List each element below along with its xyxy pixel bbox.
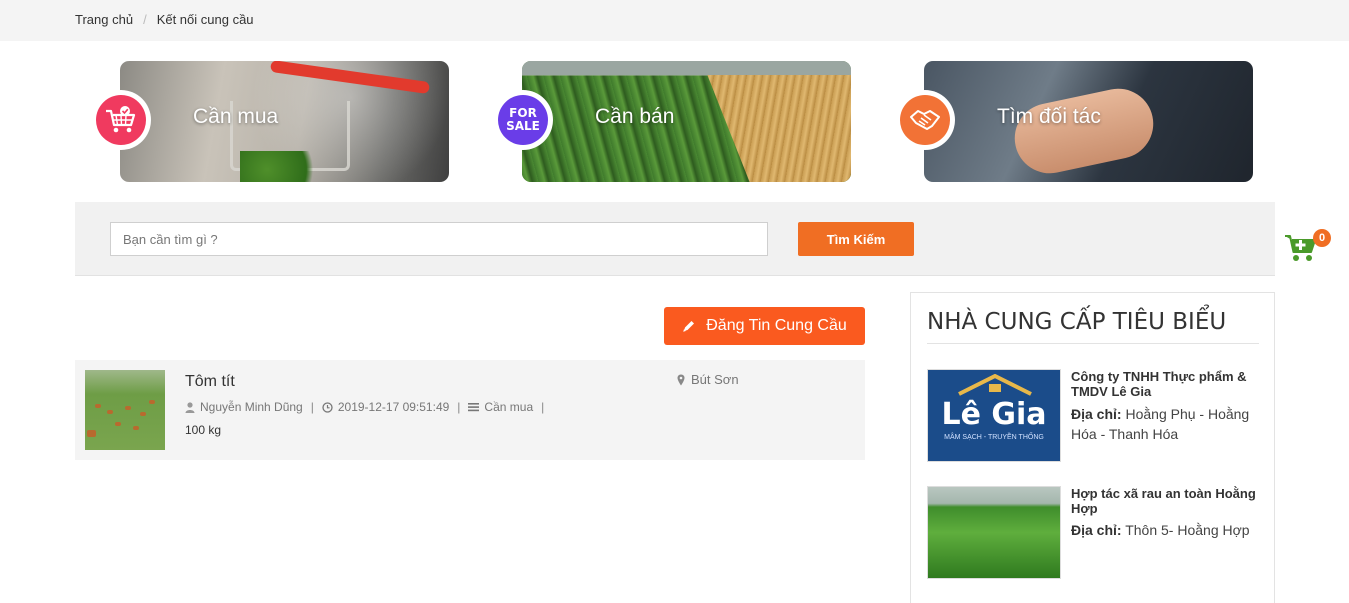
thumb-cow [87, 430, 96, 437]
sky-art [522, 61, 851, 75]
listing-author-name: Nguyễn Minh Dũng [200, 400, 303, 414]
listing-category: Cần mua [468, 400, 533, 414]
user-icon [185, 401, 195, 413]
thumb-cow [125, 406, 131, 410]
listing-meta: Nguyễn Minh Dũng | 2019-12-17 09:51:49 |… [185, 400, 552, 414]
supplier-logo[interactable]: Lê Gia MÂM SẠCH - TRUYỀN THỐNG [927, 369, 1061, 462]
search-button[interactable]: Tìm Kiếm [798, 222, 914, 256]
post-listing-label: Đăng Tin Cung Cầu [706, 317, 847, 334]
supplier-logo[interactable] [927, 486, 1061, 579]
banner-tim-doi-tac-badge [895, 90, 955, 150]
for-sale-icon: FOR SALE [498, 95, 548, 145]
banner-tim-doi-tac-label: Tìm đối tác [997, 105, 1101, 128]
thumb-cow [140, 412, 146, 416]
floating-cart[interactable]: 0 [1284, 228, 1334, 264]
supplier-address-text: Thôn 5- Hoằng Hợp [1125, 522, 1250, 538]
thumb-cow [107, 410, 113, 414]
supplier-name-link[interactable]: Hợp tác xã rau an toàn Hoằng Hợp [1071, 486, 1261, 516]
address-label: Địa chỉ: [1071, 522, 1122, 538]
meta-divider: | [541, 400, 545, 414]
banner-can-mua-badge [91, 90, 151, 150]
post-listing-button[interactable]: Đăng Tin Cung Cầu [664, 307, 865, 345]
listing-item[interactable]: Tôm tít Nguyễn Minh Dũng | 2019-12-17 09… [75, 360, 865, 460]
supplier-logo-subtitle: MÂM SẠCH - TRUYỀN THỐNG [944, 433, 1044, 441]
breadcrumb-current: Kết nối cung cầu [156, 12, 254, 27]
featured-suppliers-panel: NHÀ CUNG CẤP TIÊU BIỂU Lê Gia MÂM SẠCH -… [910, 292, 1275, 603]
thumb-cow [115, 422, 121, 426]
banner-can-ban-badge: FOR SALE [493, 90, 553, 150]
featured-suppliers-title: NHÀ CUNG CẤP TIÊU BIỂU [927, 309, 1227, 335]
listing-thumbnail[interactable] [85, 370, 165, 450]
thumb-cow [95, 404, 101, 408]
for-sale-icon-line-2: SALE [506, 119, 540, 133]
breadcrumb-home-link[interactable]: Trang chủ [75, 12, 133, 27]
banner-can-mua[interactable]: Cần mua [120, 61, 449, 182]
supplier-name-link[interactable]: Công ty TNHH Thực phẩm & TMDV Lê Gia [1071, 369, 1261, 399]
list-icon [468, 403, 480, 412]
banner-can-ban-label: Cần bán [595, 105, 675, 128]
divider [927, 343, 1259, 344]
cart-check-icon [96, 95, 146, 145]
banner-tim-doi-tac[interactable]: Tìm đối tác [924, 61, 1253, 182]
address-label: Địa chỉ: [1071, 406, 1122, 422]
listing-datetime: 2019-12-17 09:51:49 [322, 400, 449, 414]
meta-divider: | [457, 400, 461, 414]
thumb-cow [133, 426, 139, 430]
breadcrumb: Trang chủ / Kết nối cung cầu [75, 12, 254, 27]
listing-author: Nguyễn Minh Dũng [185, 400, 303, 414]
supplier-logo-text: Lê Gia [941, 396, 1047, 432]
listing-location: Bút Sơn [677, 372, 739, 387]
house-roof-icon [958, 374, 1032, 396]
listing-datetime-text: 2019-12-17 09:51:49 [337, 400, 450, 414]
cart-count-badge: 0 [1313, 229, 1331, 247]
search-panel: Tìm Kiếm [75, 202, 1275, 276]
listing-title-link[interactable]: Tôm tít [185, 373, 235, 391]
thumb-cow [149, 400, 155, 404]
breadcrumb-bar: Trang chủ / Kết nối cung cầu [0, 0, 1349, 41]
listing-category-text: Cần mua [484, 400, 534, 414]
search-input[interactable] [110, 222, 768, 256]
meta-divider: | [310, 400, 314, 414]
greens-art [240, 151, 330, 182]
handshake-icon [900, 95, 950, 145]
pencil-icon [683, 321, 695, 332]
clock-icon [322, 401, 333, 413]
banner-can-ban[interactable]: Cần bán [522, 61, 851, 182]
listing-location-text: Bút Sơn [691, 372, 739, 387]
listing-quantity: 100 kg [185, 423, 222, 437]
supplier-address: Địa chỉ: Hoằng Phụ - Hoằng Hóa - Thanh H… [1071, 404, 1261, 444]
supplier-address: Địa chỉ: Thôn 5- Hoằng Hợp [1071, 520, 1261, 540]
map-marker-icon [677, 374, 685, 385]
banner-can-mua-label: Cần mua [193, 105, 279, 128]
breadcrumb-separator: / [143, 12, 147, 27]
